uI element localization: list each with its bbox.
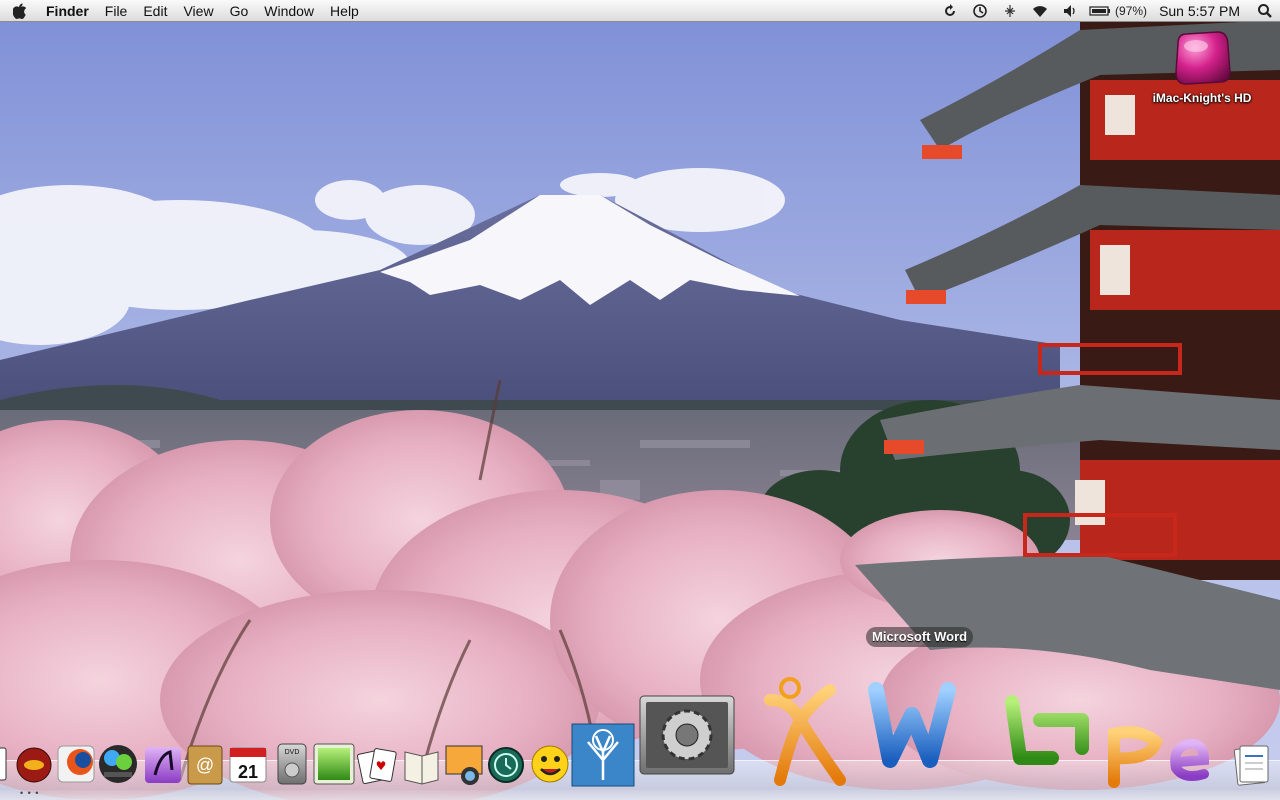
menu-bar-status-area: (97%) Sun 5:57 PM (935, 0, 1280, 22)
dvd-label: DVD (285, 749, 300, 756)
system-preferences-icon[interactable] (639, 695, 735, 775)
safari-icon[interactable] (16, 747, 52, 783)
bluetooth-icon[interactable] (995, 0, 1025, 22)
battery-icon[interactable] (1085, 0, 1115, 22)
hard-drive-label: iMac-Knight's HD (1152, 91, 1252, 105)
dock-reflection (0, 790, 1280, 800)
svg-text:♥: ♥ (376, 759, 387, 773)
spotlight-search-icon[interactable] (1250, 0, 1280, 22)
menu-window[interactable]: Window (256, 0, 322, 22)
sync-icon[interactable] (935, 0, 965, 22)
svg-text:@: @ (196, 755, 214, 775)
dictionary-icon[interactable] (404, 751, 439, 785)
menu-bar: Finder File Edit View Go Window Help (97… (0, 0, 1280, 22)
firefox-icon[interactable] (57, 745, 95, 783)
microsoft-expression-icon[interactable] (1170, 738, 1210, 781)
menu-edit[interactable]: Edit (135, 0, 175, 22)
volume-icon[interactable] (1055, 0, 1085, 22)
apple-logo-icon[interactable] (0, 0, 40, 22)
solitaire-icon[interactable]: ♥ (356, 748, 397, 785)
desktop-wallpaper (0, 0, 1280, 800)
menu-go[interactable]: Go (222, 0, 257, 22)
dock-running-indicator: • • • (20, 788, 40, 798)
desktop-hard-drive[interactable]: iMac-Knight's HD (1140, 30, 1264, 105)
battery-percentage[interactable]: (97%) (1115, 4, 1153, 18)
calendar-day: 21 (238, 762, 258, 782)
ical-icon[interactable]: 21 (229, 747, 267, 783)
itunes-icon[interactable] (145, 747, 181, 783)
documents-stack-icon[interactable] (1233, 745, 1269, 786)
dock-tooltip: Microsoft Word (866, 627, 974, 647)
finder-icon[interactable] (0, 747, 7, 781)
menu-help[interactable]: Help (322, 0, 367, 22)
time-machine-icon[interactable] (488, 747, 524, 783)
address-book-icon[interactable]: @ (187, 745, 223, 785)
preview-icon[interactable] (313, 743, 355, 785)
time-machine-icon[interactable] (965, 0, 995, 22)
app-menu-finder[interactable]: Finder (40, 0, 97, 22)
menu-file[interactable]: File (97, 0, 136, 22)
wifi-icon[interactable] (1025, 0, 1055, 22)
hard-drive-icon (1175, 31, 1231, 85)
dvd-player-icon[interactable]: DVD (277, 743, 307, 785)
tree-app-icon[interactable] (571, 723, 635, 787)
menu-view[interactable]: View (175, 0, 221, 22)
messenger-icon[interactable] (99, 745, 137, 783)
yahoo-messenger-icon[interactable] (531, 745, 569, 783)
menu-clock[interactable]: Sun 5:57 PM (1153, 3, 1250, 19)
